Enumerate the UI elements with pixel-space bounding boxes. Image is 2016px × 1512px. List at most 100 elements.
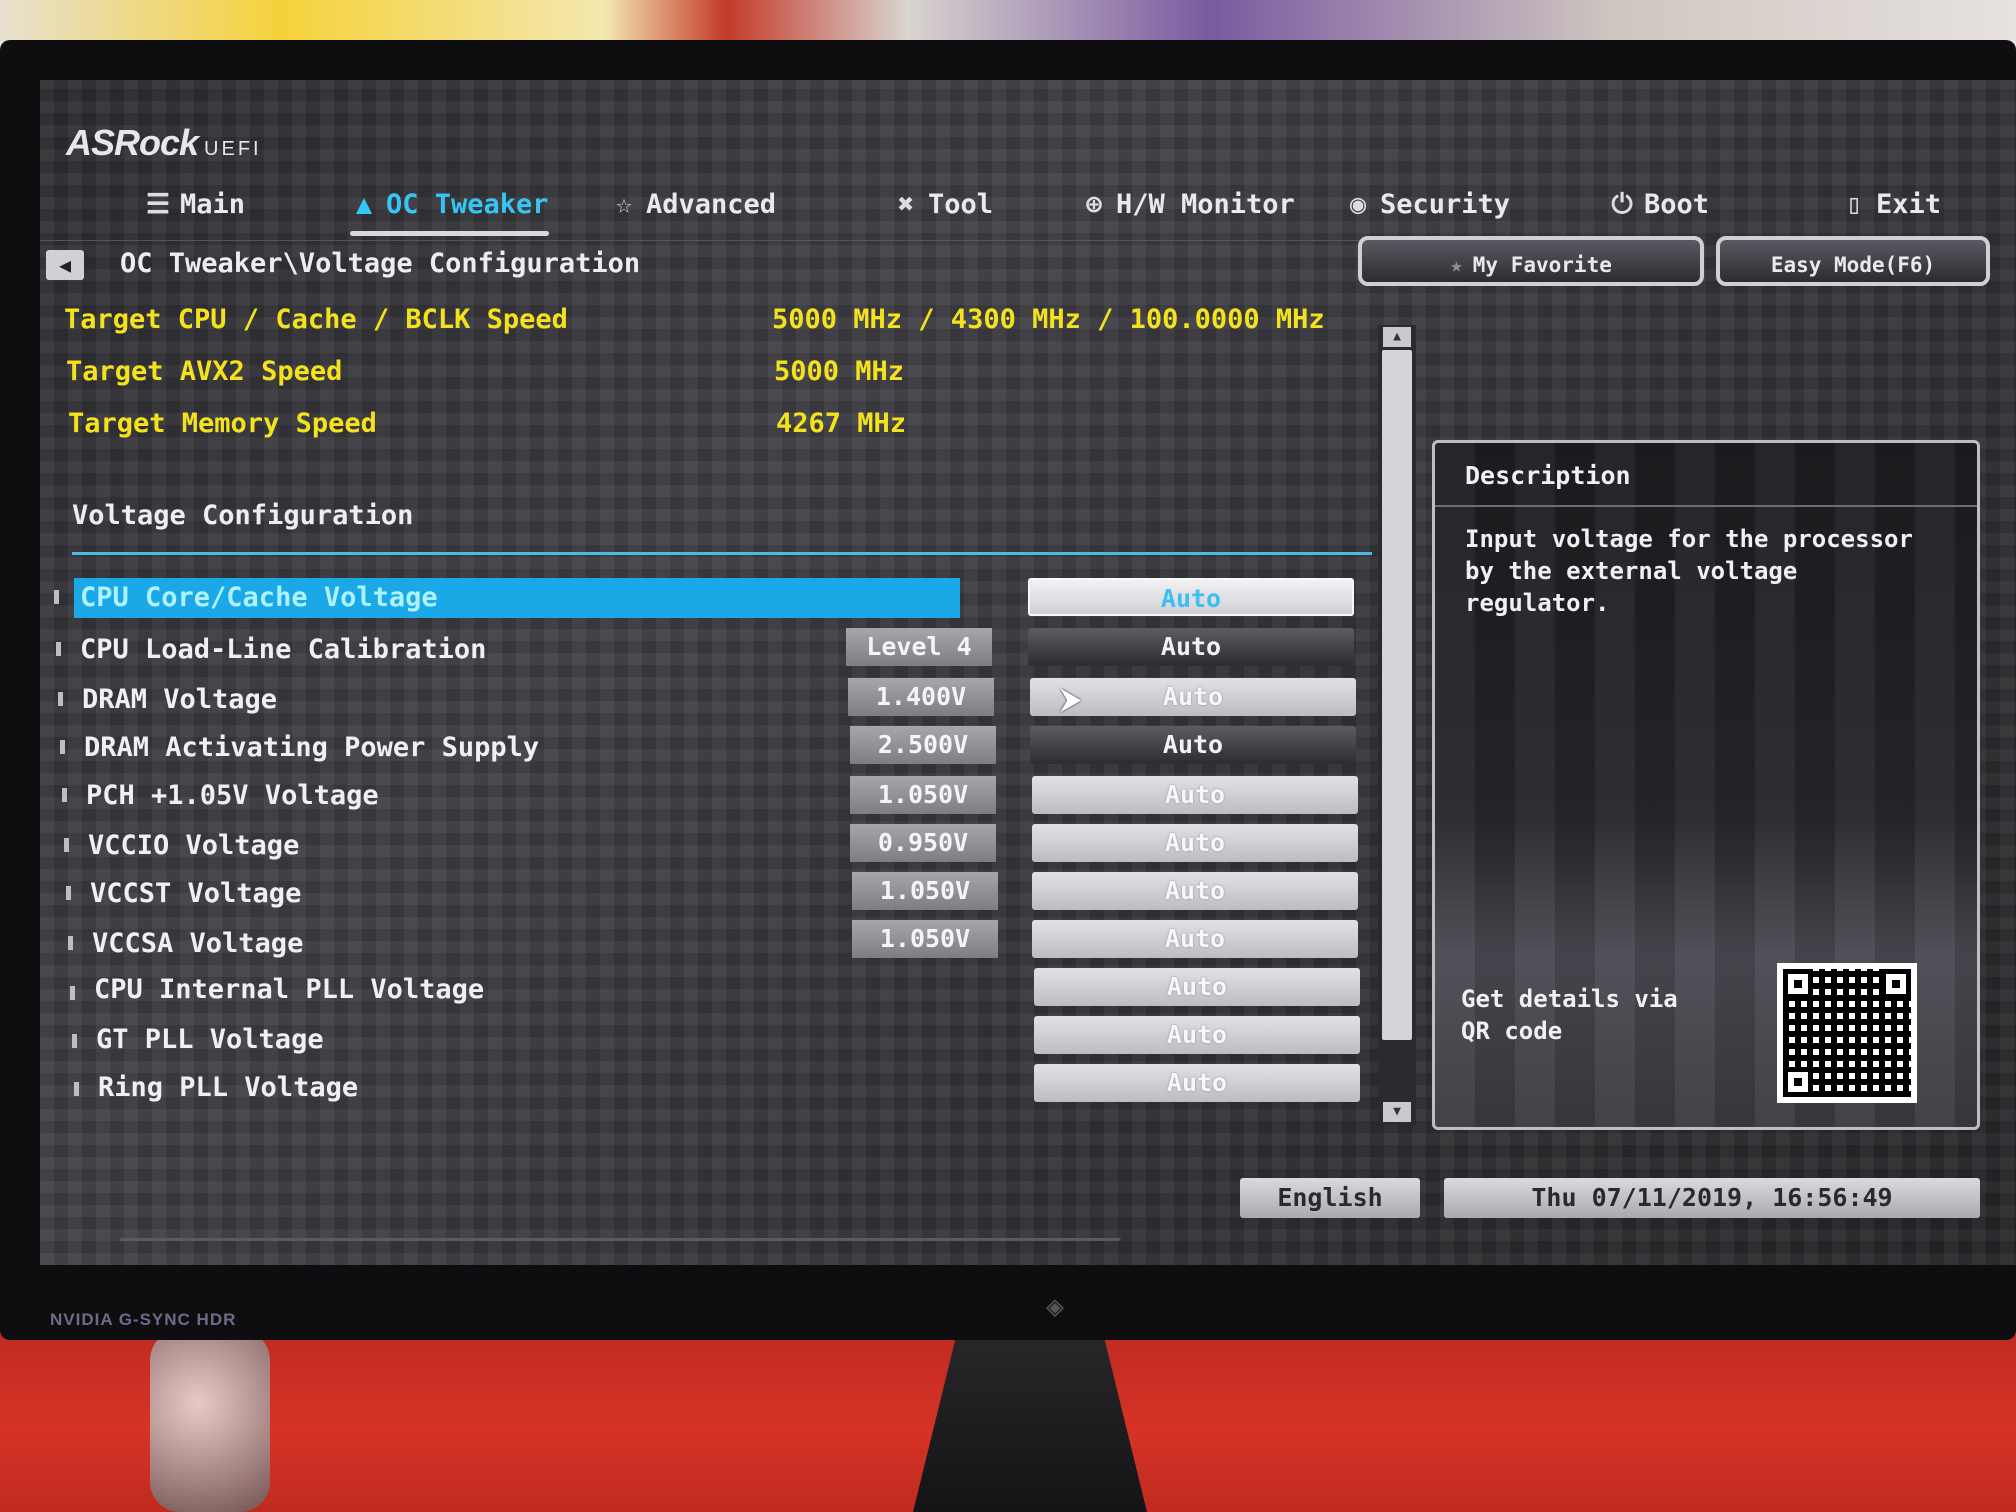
option-gt-pll-voltage[interactable]: Auto (1034, 1016, 1360, 1054)
row-vccsa-voltage[interactable]: VCCSA Voltage (92, 924, 303, 964)
tab-main-label: Main (180, 189, 246, 220)
section-divider (72, 552, 1372, 555)
breadcrumb: OC Tweaker\Voltage Configuration (120, 248, 641, 279)
value-dram-voltage: 1.400V (848, 678, 994, 716)
tab-oc-tweaker[interactable]: ▲ OC Tweaker (350, 180, 549, 236)
desk-object (150, 1330, 270, 1512)
tab-advanced-label: Advanced (646, 189, 777, 220)
target-memory-value: 4267 MHz (776, 408, 907, 439)
section-title: Voltage Configuration (72, 500, 414, 531)
row-cpu-internal-pll-voltage[interactable]: CPU Internal PLL Voltage (94, 970, 484, 1010)
tab-advanced[interactable]: ☆ Advanced (610, 180, 776, 230)
qr-code-icon (1777, 963, 1917, 1103)
footer-decoration (118, 1238, 1122, 1241)
tools-icon: ✖ (897, 189, 915, 220)
option-cpu-load-line-calibration[interactable]: Auto (1028, 628, 1354, 666)
row-bullet (70, 986, 75, 1000)
tab-security[interactable]: ◉ Security (1344, 180, 1510, 230)
asrock-logo: ASRock UEFI (66, 122, 262, 164)
value-vccst-voltage: 1.050V (852, 872, 998, 910)
row-ring-pll-voltage[interactable]: Ring PLL Voltage (98, 1068, 358, 1108)
favorite-star-icon: ★ (1450, 253, 1463, 277)
bios-screen: ASRock UEFI ☰ Main ▲ OC Tweaker ☆ Advanced ✖… (40, 80, 2016, 1265)
tab-boot-label: Boot (1644, 189, 1710, 220)
mouse-cursor-icon: ⮞ (1060, 682, 1082, 717)
shield-icon: ◉ (1349, 189, 1367, 220)
description-title: Description (1465, 461, 1631, 490)
value-dram-activating-power-supply: 2.500V (850, 726, 996, 764)
row-gt-pll-voltage[interactable]: GT PLL Voltage (96, 1020, 324, 1060)
option-ring-pll-voltage[interactable]: Auto (1034, 1064, 1360, 1102)
tab-hw-monitor[interactable]: ⊕ H/W Monitor (1080, 180, 1295, 230)
main-nav: ☰ Main ▲ OC Tweaker ☆ Advanced ✖ Tool ⊕ H/W M… (40, 180, 2016, 236)
list-icon: ☰ (145, 189, 171, 220)
row-bullet (56, 642, 61, 656)
row-dram-voltage[interactable]: DRAM Voltage (82, 680, 277, 720)
scroll-up-arrow-icon[interactable]: ▲ (1383, 327, 1411, 347)
description-text: Input voltage for the processor by the e… (1465, 525, 1913, 617)
flame-icon: ▲ (355, 189, 373, 220)
row-bullet (66, 886, 71, 900)
scrollbar-thumb[interactable] (1382, 350, 1412, 1040)
nav-divider (40, 240, 1400, 241)
star-icon: ☆ (615, 189, 633, 220)
value-cpu-load-line-calibration: Level 4 (846, 628, 992, 666)
option-vccsa-voltage[interactable]: Auto (1032, 920, 1358, 958)
my-favorite-label: My Favorite (1472, 253, 1612, 277)
value-vccsa-voltage: 1.050V (852, 920, 998, 958)
tab-security-label: Security (1380, 189, 1511, 220)
back-arrow-icon: ◀ (58, 253, 72, 277)
target-avx2-value: 5000 MHz (774, 356, 905, 387)
description-panel: Description Input voltage for the proces… (1432, 440, 1980, 1130)
description-divider (1435, 505, 1977, 507)
easy-mode-button[interactable]: Easy Mode(F6) (1716, 236, 1990, 286)
option-cpu-internal-pll-voltage[interactable]: Auto (1034, 968, 1360, 1006)
option-vccst-voltage[interactable]: Auto (1032, 872, 1358, 910)
target-memory-label: Target Memory Speed (68, 408, 377, 439)
language-button[interactable]: English (1240, 1178, 1420, 1218)
tab-hw-monitor-label: H/W Monitor (1116, 189, 1295, 220)
brand-suffix: UEFI (204, 138, 262, 160)
row-pch-105v-voltage[interactable]: PCH +1.05V Voltage (86, 776, 379, 816)
row-cpu-core-cache-voltage[interactable]: CPU Core/Cache Voltage (74, 578, 960, 618)
power-icon: ⏻ (1611, 189, 1633, 220)
row-bullet (74, 1082, 79, 1096)
target-cpu-label: Target CPU / Cache / BCLK Speed (64, 304, 568, 335)
option-cpu-core-cache-voltage[interactable]: Auto (1028, 578, 1354, 616)
scroll-down-arrow-icon[interactable]: ▼ (1383, 1102, 1411, 1122)
qr-caption: Get details via QR code (1461, 985, 1678, 1045)
row-bullet (62, 788, 67, 802)
datetime-display: Thu 07/11/2019, 16:56:49 (1444, 1178, 1980, 1218)
row-bullet (60, 740, 65, 754)
row-bullet (58, 692, 63, 706)
tab-main[interactable]: ☰ Main (144, 180, 245, 230)
row-vccst-voltage[interactable]: VCCST Voltage (90, 874, 301, 914)
tab-oc-tweaker-label: OC Tweaker (386, 189, 549, 220)
row-bullet (68, 936, 73, 950)
row-vccio-voltage[interactable]: VCCIO Voltage (88, 826, 299, 866)
option-vccio-voltage[interactable]: Auto (1032, 824, 1358, 862)
easy-mode-label: Easy Mode(F6) (1770, 253, 1936, 277)
tab-exit-label: Exit (1876, 189, 1942, 220)
option-pch-105v-voltage[interactable]: Auto (1032, 776, 1358, 814)
option-dram-activating-power-supply[interactable]: Auto (1030, 726, 1356, 764)
row-dram-activating-power-supply[interactable]: DRAM Activating Power Supply (84, 728, 539, 768)
my-favorite-button[interactable]: ★ My Favorite (1358, 236, 1704, 286)
brand-name: ASRock (66, 122, 199, 163)
monitor-gauge-icon: ⊕ (1085, 189, 1103, 220)
tab-boot[interactable]: ⏻ Boot (1608, 180, 1709, 230)
target-avx2-label: Target AVX2 Speed (66, 356, 343, 387)
target-cpu-value: 5000 MHz / 4300 MHz / 100.0000 MHz (772, 304, 1325, 335)
back-button[interactable]: ◀ (46, 250, 84, 280)
tab-tool[interactable]: ✖ Tool (892, 180, 993, 230)
row-bullet (54, 590, 59, 604)
row-bullet (72, 1034, 77, 1048)
row-bullet (64, 838, 69, 852)
rog-logo-icon: ◈ (1045, 1289, 1065, 1324)
monitor-brand-label: NVIDIA G-SYNC HDR (50, 1310, 237, 1329)
tab-tool-label: Tool (928, 189, 994, 220)
tab-exit[interactable]: ▯ Exit (1840, 180, 1941, 230)
row-cpu-load-line-calibration[interactable]: CPU Load-Line Calibration (80, 630, 486, 670)
value-pch-105v-voltage: 1.050V (850, 776, 996, 814)
exit-door-icon: ▯ (1845, 189, 1863, 220)
